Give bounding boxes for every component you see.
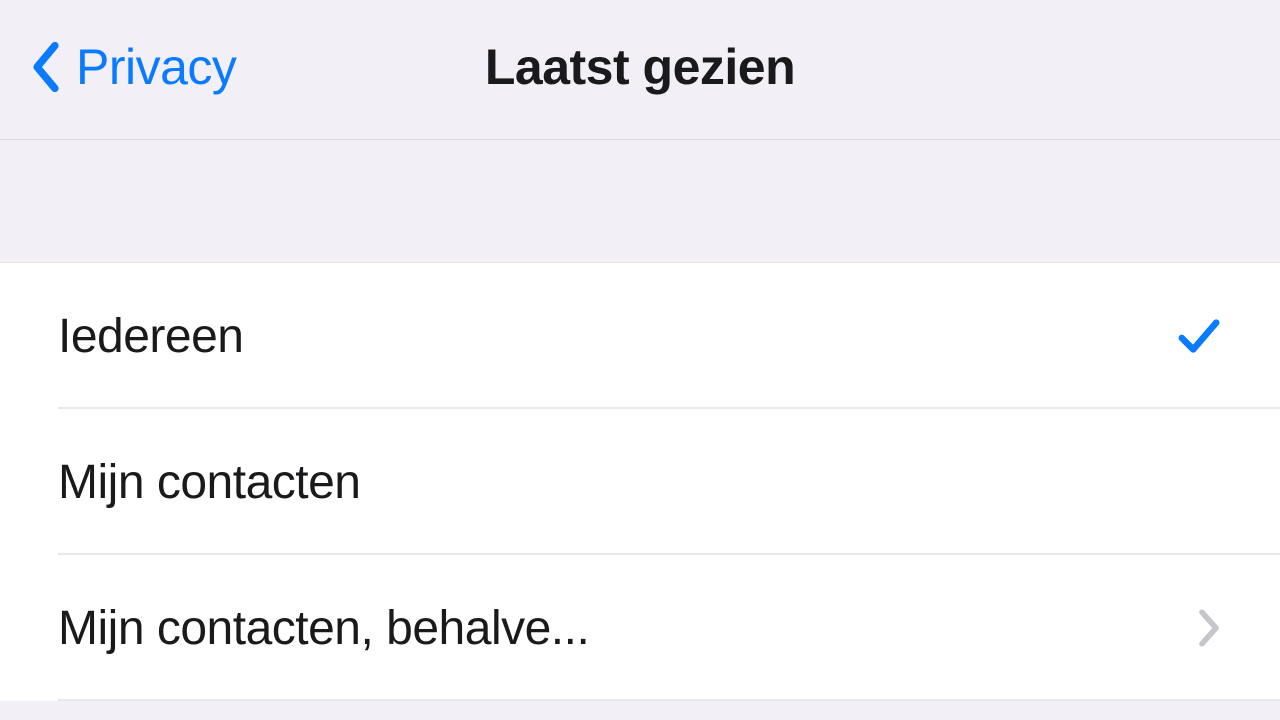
option-label: Mijn contacten [58,455,361,510]
option-label: Mijn contacten, behalve... [58,601,589,656]
option-label: Iedereen [58,309,244,364]
page-title: Laatst gezien [485,38,795,96]
back-button-label: Privacy [76,38,236,96]
chevron-left-icon [30,40,62,94]
option-everyone[interactable]: Iedereen [0,263,1280,409]
section-spacer [0,140,1280,262]
option-my-contacts[interactable]: Mijn contacten [0,409,1280,555]
option-list: Iedereen Mijn contacten Mijn contacten, … [0,262,1280,701]
checkmark-icon [1176,313,1222,359]
back-button[interactable]: Privacy [0,38,236,96]
chevron-right-icon [1196,607,1222,649]
option-my-contacts-except[interactable]: Mijn contacten, behalve... [0,555,1280,701]
navigation-bar: Privacy Laatst gezien [0,0,1280,140]
